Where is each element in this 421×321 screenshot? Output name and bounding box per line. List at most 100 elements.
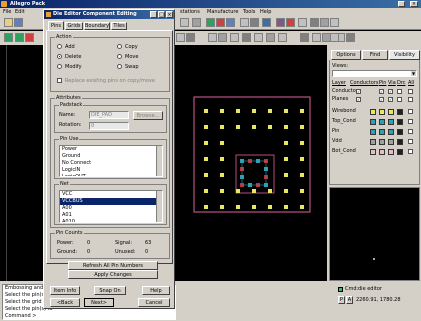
- wirebond-pad[interactable]: [284, 109, 288, 113]
- menu-stations[interactable]: stations: [180, 9, 200, 15]
- net-item[interactable]: VCC: [60, 191, 162, 198]
- action-delete-radio[interactable]: Delete: [57, 54, 81, 61]
- wirebond-pad[interactable]: [300, 141, 304, 145]
- replace-pins-check[interactable]: [57, 78, 62, 83]
- layer-visibility-checkbox[interactable]: ✓: [356, 97, 361, 102]
- toolbar-pointer-icon[interactable]: [346, 33, 355, 42]
- tab-grids[interactable]: Grids: [65, 22, 83, 30]
- next-button[interactable]: Next>: [84, 298, 114, 307]
- wirebond-pad[interactable]: [220, 125, 224, 129]
- toolbar-grid-icon[interactable]: [180, 18, 189, 27]
- pin-use-scrollbar[interactable]: [156, 146, 162, 176]
- pin-use-item[interactable]: No Connect: [60, 160, 162, 167]
- snap-on-button[interactable]: Snap On: [94, 286, 126, 295]
- net-color-swatch[interactable]: [370, 109, 376, 115]
- rotation-select[interactable]: 0: [89, 122, 129, 130]
- main-close-button[interactable]: ×: [410, 1, 418, 7]
- toolbar-highlight-icon[interactable]: [286, 18, 295, 27]
- layer-visibility-checkbox[interactable]: [408, 97, 413, 102]
- toolbar-save-icon[interactable]: [14, 18, 23, 27]
- wirebond-pad[interactable]: [252, 189, 256, 193]
- layer-visibility-checkbox[interactable]: [408, 89, 413, 94]
- net-color-swatch[interactable]: [397, 119, 403, 125]
- tab-find[interactable]: Find: [362, 50, 388, 60]
- radio-delete[interactable]: [57, 54, 62, 59]
- views-dropdown-icon[interactable]: ▼: [411, 71, 416, 76]
- net-color-swatch[interactable]: [379, 109, 385, 115]
- wirebond-pad[interactable]: [220, 109, 224, 113]
- wirebond-pad[interactable]: [204, 173, 208, 177]
- layer-visibility-checkbox[interactable]: ✓: [379, 97, 384, 102]
- net-scrollbar[interactable]: [156, 191, 162, 222]
- net-color-swatch[interactable]: [379, 129, 385, 135]
- wirebond-pad[interactable]: [284, 173, 288, 177]
- wirebond-pad[interactable]: [204, 157, 208, 161]
- pin-use-item[interactable]: Power: [60, 146, 162, 153]
- net-color-swatch[interactable]: [388, 129, 394, 135]
- apply-changes-button[interactable]: Apply Changes: [68, 270, 158, 279]
- wirebond-pad[interactable]: [300, 173, 304, 177]
- layer-visibility-checkbox[interactable]: ✓: [388, 97, 393, 102]
- dialog-close-button[interactable]: ×: [166, 11, 173, 18]
- net-visibility-checkbox[interactable]: [408, 129, 413, 134]
- toolbar-delete-icon[interactable]: [25, 33, 34, 42]
- layer-visibility-checkbox[interactable]: ✓: [356, 89, 361, 94]
- net-visibility-checkbox[interactable]: [408, 149, 413, 154]
- menu-edit[interactable]: Edit: [15, 9, 25, 15]
- tab-visibility[interactable]: Visibility: [389, 50, 420, 60]
- toolbar-view-icon[interactable]: [208, 33, 217, 42]
- menu-tools[interactable]: Tools: [243, 9, 255, 15]
- wirebond-pad[interactable]: [204, 205, 208, 209]
- radio-modify[interactable]: [57, 64, 62, 69]
- action-modify-radio[interactable]: Modify: [57, 64, 82, 71]
- layer-visibility-checkbox[interactable]: [397, 97, 402, 102]
- net-visibility-checkbox[interactable]: [408, 139, 413, 144]
- toolbar-layers-icon[interactable]: [216, 18, 225, 27]
- net-color-swatch[interactable]: [397, 109, 403, 115]
- action-add-radio[interactable]: Add: [57, 44, 75, 51]
- wirebond-pad[interactable]: [220, 141, 224, 145]
- toolbar-snap-icon[interactable]: [176, 33, 185, 42]
- radio-swap[interactable]: [117, 64, 122, 69]
- wirebond-pad[interactable]: [204, 189, 208, 193]
- toolbar-grid2-icon[interactable]: [218, 33, 227, 42]
- action-copy-radio[interactable]: Copy: [117, 44, 138, 51]
- tab-tiles[interactable]: Tiles: [111, 22, 127, 30]
- radio-move[interactable]: [117, 54, 122, 59]
- wirebond-pad[interactable]: [284, 205, 288, 209]
- pin-use-item[interactable]: LogicOUT: [60, 174, 162, 176]
- net-color-swatch[interactable]: [388, 149, 394, 155]
- wirebond-pad[interactable]: [268, 109, 272, 113]
- wirebond-pad[interactable]: [236, 109, 240, 113]
- toolbar-align-icon[interactable]: [278, 33, 287, 42]
- toolbar-route-icon[interactable]: [206, 18, 215, 27]
- net-color-swatch[interactable]: [379, 149, 385, 155]
- pin-use-item[interactable]: Ground: [60, 153, 162, 160]
- net-color-swatch[interactable]: [397, 139, 403, 145]
- tab-pins[interactable]: Pins: [48, 21, 64, 30]
- net-list[interactable]: VCCVCCBUSA00A01A010A011: [59, 190, 163, 223]
- coord-mode-button[interactable]: A: [346, 296, 353, 304]
- wirebond-pad[interactable]: [284, 125, 288, 129]
- padstack-name-input[interactable]: DIE_PAD: [89, 111, 129, 119]
- net-visibility-checkbox[interactable]: [408, 119, 413, 124]
- net-color-swatch[interactable]: [388, 109, 394, 115]
- pin-use-item[interactable]: LogicIN: [60, 167, 162, 174]
- layer-visibility-checkbox[interactable]: [397, 89, 402, 94]
- wirebond-pad[interactable]: [284, 157, 288, 161]
- toolbar-via-icon[interactable]: [242, 33, 251, 42]
- toolbar-export-icon[interactable]: [320, 18, 329, 27]
- wirebond-pad[interactable]: [220, 157, 224, 161]
- net-color-swatch[interactable]: [370, 139, 376, 145]
- wirebond-pad[interactable]: [220, 173, 224, 177]
- wirebond-pad[interactable]: [204, 125, 208, 129]
- wirebond-pad[interactable]: [300, 157, 304, 161]
- dialog-minimize-button[interactable]: _: [150, 11, 157, 18]
- coord-prefix-button[interactable]: P: [338, 296, 345, 304]
- layer-visibility-checkbox[interactable]: ✓: [388, 89, 393, 94]
- toolbar-color-icon[interactable]: [276, 18, 285, 27]
- views-select[interactable]: [332, 70, 417, 77]
- back-button[interactable]: <Back: [50, 298, 80, 307]
- net-color-swatch[interactable]: [397, 149, 403, 155]
- padstack-browse-button[interactable]: Browse...: [133, 111, 163, 120]
